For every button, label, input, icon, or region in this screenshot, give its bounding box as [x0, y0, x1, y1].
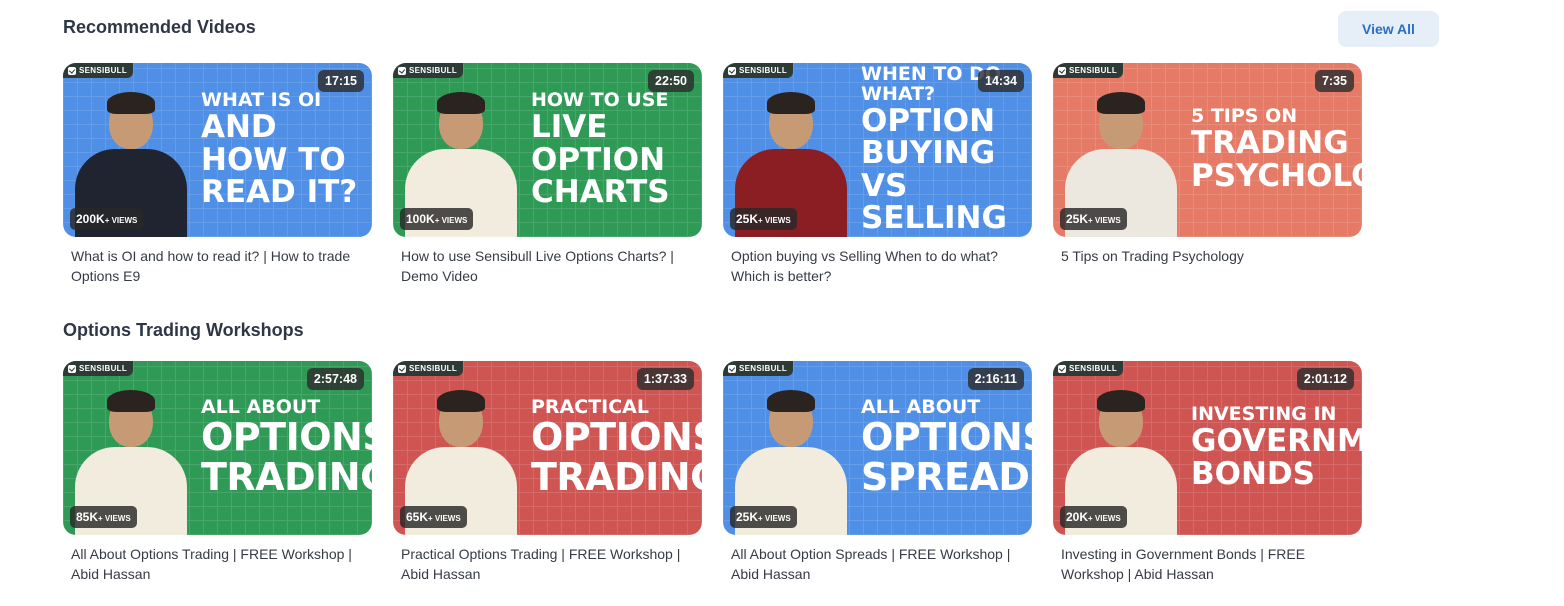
video-title[interactable]: Investing in Government Bonds | FREE Wor…: [1053, 544, 1362, 584]
brand-label: SENSIBULL: [1069, 66, 1118, 75]
sensibull-brand-badge: SENSIBULL: [723, 63, 794, 78]
thumbnail-headline-line2: Trading psychology: [1191, 125, 1362, 194]
thumbnail-headline-line2: Options trading: [531, 415, 702, 499]
thumbnail-headline-line2: and how to read it?: [201, 109, 358, 211]
video-thumbnail[interactable]: SENSIBULL All about Options trading 2:57…: [63, 361, 372, 535]
views-unit: + VIEWS: [428, 514, 461, 523]
video-card[interactable]: SENSIBULL When to do what? Option buying…: [723, 63, 1032, 286]
thumbnail-headline-line1: How to use: [531, 89, 669, 112]
video-card[interactable]: SENSIBULL What is OI and how to read it?…: [63, 63, 372, 286]
duration-badge: 22:50: [648, 70, 694, 92]
views-badge: 25K+ VIEWS: [730, 506, 797, 528]
section-title-workshops: Options Trading Workshops: [63, 320, 304, 340]
views-badge: 200K+ VIEWS: [70, 208, 144, 230]
sensibull-brand-badge: SENSIBULL: [723, 361, 794, 376]
brand-label: SENSIBULL: [79, 66, 128, 75]
sensibull-logo-icon: [728, 364, 736, 373]
sensibull-logo-icon: [398, 364, 406, 373]
workshops-row: SENSIBULL All about Options trading 2:57…: [63, 361, 1362, 584]
video-card[interactable]: SENSIBULL 5 tips on Trading psychology 7…: [1053, 63, 1362, 286]
video-title[interactable]: Practical Options Trading | FREE Worksho…: [393, 544, 702, 584]
brand-label: SENSIBULL: [739, 66, 788, 75]
thumbnail-headline-line2: Options spreads: [861, 415, 1032, 499]
thumbnail-headline-line1: Investing in: [1191, 403, 1337, 426]
views-count: 25K: [736, 212, 759, 226]
video-thumbnail[interactable]: SENSIBULL When to do what? Option buying…: [723, 63, 1032, 237]
sensibull-logo-icon: [398, 66, 406, 75]
views-count: 200K: [76, 212, 105, 226]
brand-label: SENSIBULL: [409, 364, 458, 373]
views-unit: + VIEWS: [434, 216, 468, 225]
views-badge: 25K+ VIEWS: [730, 208, 797, 230]
thumbnail-headline-line2: Government bonds: [1191, 423, 1362, 492]
section-title-recommended: Recommended Videos: [63, 17, 256, 37]
views-unit: + VIEWS: [98, 514, 131, 523]
video-thumbnail[interactable]: SENSIBULL Practical Options trading 1:37…: [393, 361, 702, 535]
duration-badge: 17:15: [318, 70, 364, 92]
video-card[interactable]: SENSIBULL Investing in Government bonds …: [1053, 361, 1362, 584]
duration-badge: 7:35: [1314, 70, 1354, 92]
brand-label: SENSIBULL: [739, 364, 788, 373]
thumbnail-headline-line2: Live option charts: [531, 109, 670, 211]
views-count: 85K: [76, 510, 99, 524]
video-card[interactable]: SENSIBULL Practical Options trading 1:37…: [393, 361, 702, 584]
views-unit: + VIEWS: [1088, 514, 1121, 523]
sensibull-brand-badge: SENSIBULL: [393, 63, 464, 78]
recommended-videos-row: SENSIBULL What is OI and how to read it?…: [63, 63, 1362, 286]
views-badge: 85K+ VIEWS: [70, 506, 137, 528]
brand-label: SENSIBULL: [409, 66, 458, 75]
views-unit: + VIEWS: [758, 216, 791, 225]
views-unit: + VIEWS: [104, 216, 138, 225]
video-thumbnail[interactable]: SENSIBULL How to use Live option charts …: [393, 63, 702, 237]
views-unit: + VIEWS: [1088, 216, 1121, 225]
views-badge: 20K+ VIEWS: [1060, 506, 1127, 528]
video-title[interactable]: How to use Sensibull Live Options Charts…: [393, 246, 702, 286]
views-unit: + VIEWS: [758, 514, 791, 523]
sensibull-brand-badge: SENSIBULL: [393, 361, 464, 376]
video-card[interactable]: SENSIBULL All about Options trading 2:57…: [63, 361, 372, 584]
thumbnail-headline-line2: Options trading: [201, 415, 372, 499]
sensibull-brand-badge: SENSIBULL: [1053, 361, 1124, 376]
video-title[interactable]: All About Options Trading | FREE Worksho…: [63, 544, 372, 584]
views-count: 25K: [736, 510, 759, 524]
views-count: 20K: [1066, 510, 1089, 524]
video-thumbnail[interactable]: SENSIBULL What is OI and how to read it?…: [63, 63, 372, 237]
duration-badge: 2:57:48: [306, 368, 364, 390]
views-badge: 65K+ VIEWS: [400, 506, 467, 528]
sensibull-brand-badge: SENSIBULL: [63, 63, 134, 78]
sensibull-logo-icon: [1058, 66, 1066, 75]
views-count: 25K: [1066, 212, 1089, 226]
brand-label: SENSIBULL: [1069, 364, 1118, 373]
video-title[interactable]: What is OI and how to read it? | How to …: [63, 246, 372, 286]
view-all-button[interactable]: View All: [1338, 11, 1439, 47]
views-count: 100K: [406, 212, 435, 226]
sensibull-brand-badge: SENSIBULL: [63, 361, 134, 376]
thumbnail-headline-line2: Option buying vs selling: [861, 102, 1007, 237]
thumbnail-headline-line1: What is OI: [201, 89, 322, 112]
video-title[interactable]: All About Option Spreads | FREE Workshop…: [723, 544, 1032, 584]
video-thumbnail[interactable]: SENSIBULL All about Options spreads 2:16…: [723, 361, 1032, 535]
duration-badge: 14:34: [978, 70, 1024, 92]
duration-badge: 2:01:12: [1296, 368, 1354, 390]
views-count: 65K: [406, 510, 429, 524]
sensibull-logo-icon: [728, 66, 736, 75]
views-badge: 25K+ VIEWS: [1060, 208, 1127, 230]
video-thumbnail[interactable]: SENSIBULL 5 tips on Trading psychology 7…: [1053, 63, 1362, 237]
sensibull-logo-icon: [1058, 364, 1066, 373]
video-title[interactable]: 5 Tips on Trading Psychology: [1053, 246, 1362, 266]
video-card[interactable]: SENSIBULL All about Options spreads 2:16…: [723, 361, 1032, 584]
video-thumbnail[interactable]: SENSIBULL Investing in Government bonds …: [1053, 361, 1362, 535]
video-card[interactable]: SENSIBULL How to use Live option charts …: [393, 63, 702, 286]
duration-badge: 1:37:33: [636, 368, 694, 390]
sensibull-brand-badge: SENSIBULL: [1053, 63, 1124, 78]
sensibull-logo-icon: [68, 364, 76, 373]
sensibull-logo-icon: [68, 66, 76, 75]
views-badge: 100K+ VIEWS: [400, 208, 474, 230]
brand-label: SENSIBULL: [79, 364, 128, 373]
video-title[interactable]: Option buying vs Selling When to do what…: [723, 246, 1032, 286]
thumbnail-headline-line1: 5 tips on: [1191, 105, 1298, 128]
duration-badge: 2:16:11: [967, 368, 1024, 390]
